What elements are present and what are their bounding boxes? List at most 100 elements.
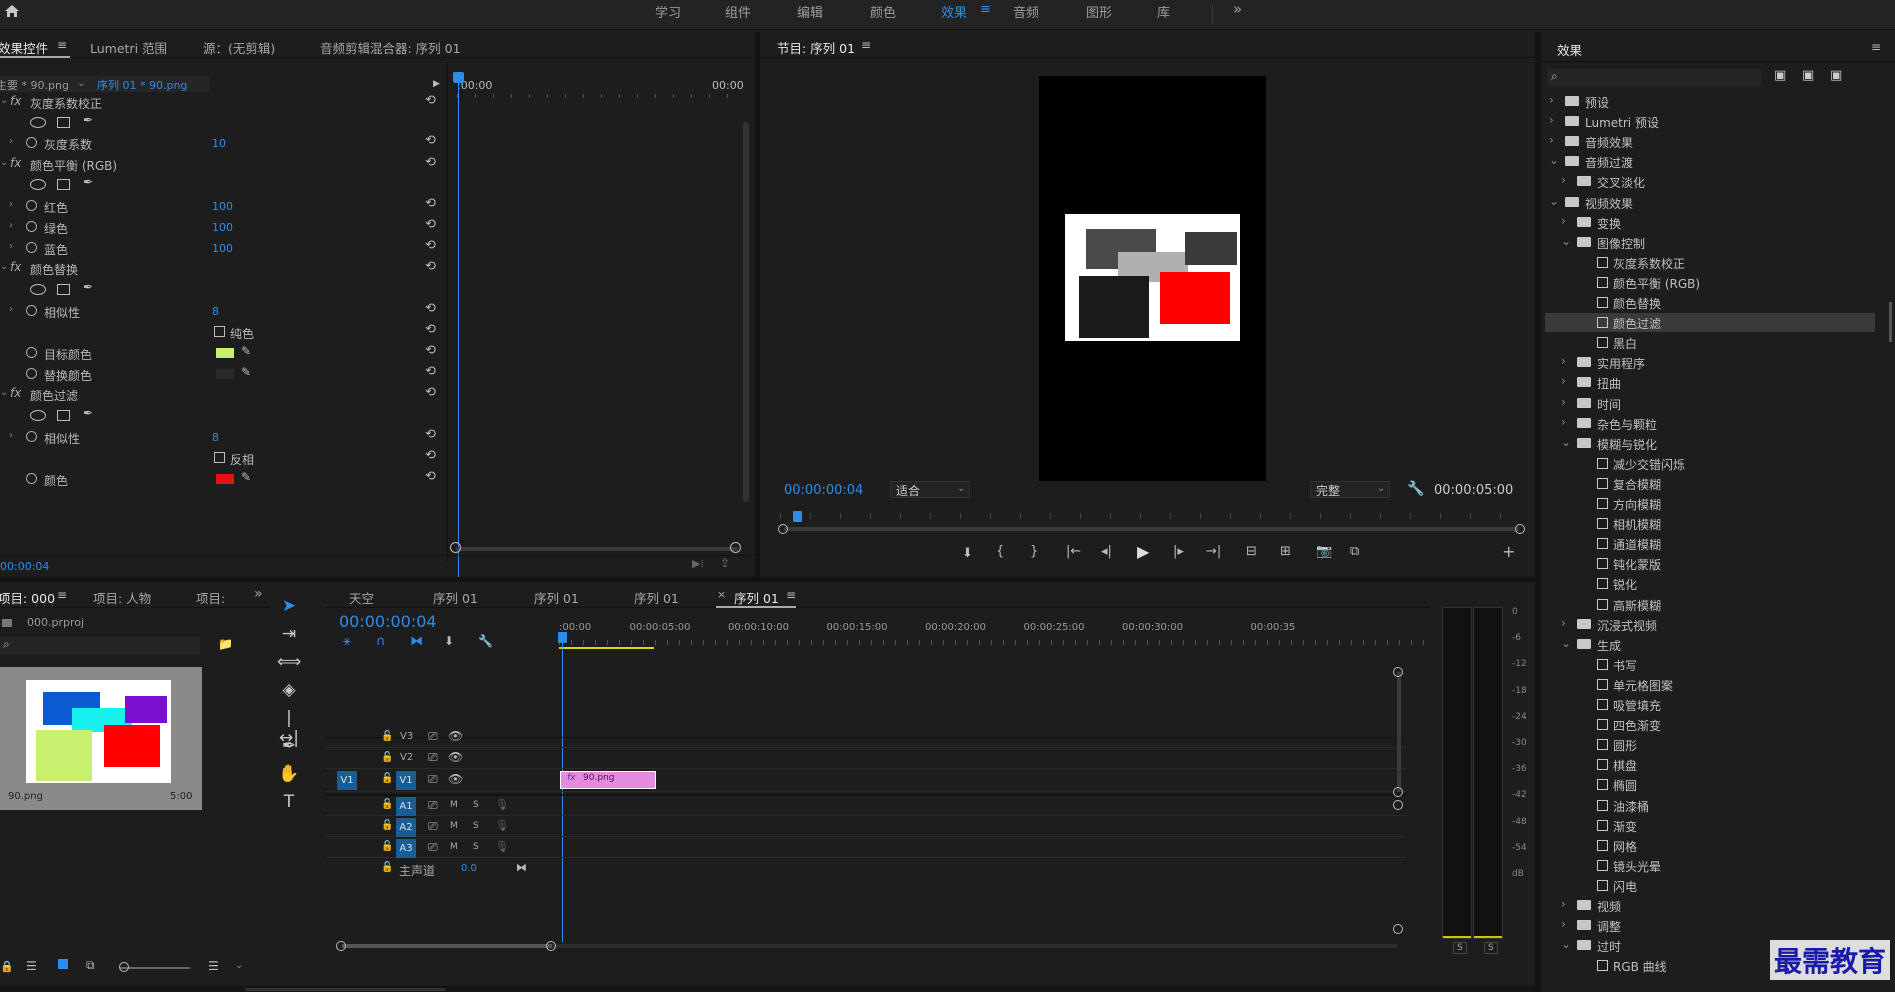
chevron-right-icon[interactable]: › bbox=[1549, 93, 1554, 107]
chevron-down-icon[interactable]: ⌄ bbox=[1561, 636, 1571, 650]
list-view-icon[interactable]: ☰ bbox=[26, 959, 37, 973]
chevron-down-icon[interactable]: ⌄ bbox=[1561, 435, 1571, 449]
workspace-editing[interactable]: 编辑 bbox=[797, 2, 823, 21]
scroll-handle-right[interactable] bbox=[730, 542, 741, 553]
hand-tool-icon[interactable]: ✋ bbox=[277, 764, 301, 784]
chevron-right-icon[interactable]: › bbox=[1561, 374, 1566, 388]
yuv-effects-icon[interactable]: ▣ bbox=[1830, 68, 1842, 83]
effects-preset-item[interactable]: 渐变 bbox=[1545, 816, 1875, 835]
filter-icon[interactable]: ▶⁞ bbox=[692, 557, 704, 570]
effects-folder[interactable]: ⌄ 生成 bbox=[1545, 635, 1875, 654]
project-item-thumb[interactable]: 90.png 5:00 bbox=[0, 667, 202, 810]
effects-preset-item[interactable]: 高斯模糊 bbox=[1545, 595, 1875, 614]
effects-folder[interactable]: › 杂色与颗粒 bbox=[1545, 414, 1875, 433]
chevron-down-icon[interactable]: ⌄ bbox=[1561, 234, 1571, 248]
effects-folder[interactable]: › Lumetri 预设 bbox=[1545, 112, 1875, 131]
lift-icon[interactable]: ⊟ bbox=[1246, 544, 1257, 559]
effects-preset-item[interactable]: 颜色平衡 (RGB) bbox=[1545, 273, 1875, 292]
effects-preset-item[interactable]: 镜头光晕 bbox=[1545, 856, 1875, 875]
effects-preset-item[interactable]: 闪电 bbox=[1545, 876, 1875, 895]
effects-preset-item[interactable]: 通道模糊 bbox=[1545, 534, 1875, 553]
param-value[interactable]: 100 bbox=[212, 200, 233, 213]
zoom-select[interactable]: 适合 ⌄ bbox=[890, 481, 970, 498]
tab-sequence[interactable]: 序列 01 bbox=[433, 588, 478, 607]
param-value[interactable]: 10 bbox=[212, 137, 226, 150]
zoom-slider-handle[interactable] bbox=[119, 962, 129, 972]
workspace-effects[interactable]: 效果 bbox=[941, 2, 967, 21]
reset-icon[interactable]: ⟲ bbox=[425, 196, 436, 211]
mute-button[interactable]: M bbox=[450, 842, 458, 852]
project-search-input[interactable]: ⌕ bbox=[0, 637, 200, 655]
film-icon[interactable]: ⎚ bbox=[428, 798, 438, 813]
accelerated-effects-icon[interactable]: ▣ bbox=[1774, 68, 1786, 83]
button-editor-icon[interactable]: + bbox=[1502, 542, 1515, 561]
effects-preset-item[interactable]: 黑白 bbox=[1545, 333, 1875, 352]
chevron-right-icon[interactable]: › bbox=[1561, 395, 1566, 409]
solo-button[interactable]: S bbox=[473, 800, 479, 810]
filter-color-swatch[interactable] bbox=[216, 474, 234, 484]
collapse-chevron-icon[interactable]: ⌄ bbox=[0, 261, 8, 272]
chevron-right-icon[interactable]: › bbox=[1561, 173, 1566, 187]
reset-icon[interactable]: ⟲ bbox=[425, 133, 436, 148]
effects-preset-item[interactable]: 网格 bbox=[1545, 836, 1875, 855]
ec-playhead[interactable] bbox=[458, 72, 459, 577]
scroll-handle-left[interactable] bbox=[778, 524, 788, 534]
scroll-handle[interactable] bbox=[1393, 787, 1403, 797]
chevron-right-icon[interactable]: › bbox=[1561, 415, 1566, 429]
tab-audio-clip-mixer[interactable]: 音频剪辑混合器: 序列 01 bbox=[320, 38, 461, 57]
master-track[interactable]: 🔓 主声道 0.0 ⧓ bbox=[326, 859, 1406, 881]
mic-icon[interactable]: 🎙 bbox=[495, 798, 509, 811]
sort-icon[interactable]: ☰ bbox=[208, 959, 219, 973]
lock-icon[interactable]: 🔓 bbox=[381, 799, 393, 810]
effects-preset-item[interactable]: 锐化 bbox=[1545, 574, 1875, 593]
reset-icon[interactable]: ⟲ bbox=[425, 93, 436, 108]
master-value[interactable]: 0.0 bbox=[461, 863, 477, 874]
program-timecode[interactable]: 00:00:00:04 bbox=[784, 483, 863, 498]
add-marker-icon[interactable]: ⬇ bbox=[444, 634, 454, 648]
stopwatch-icon[interactable] bbox=[26, 347, 37, 358]
reset-icon[interactable]: ⟲ bbox=[425, 238, 436, 253]
rectangle-mask-icon[interactable] bbox=[57, 284, 70, 295]
tab-project-people[interactable]: 项目: 人物 bbox=[93, 588, 151, 607]
mic-icon[interactable]: 🎙 bbox=[495, 840, 509, 853]
video-track-v2[interactable]: 🔓 V2 ⎚ 👁 bbox=[326, 749, 1406, 769]
mic-icon[interactable]: 🎙 bbox=[495, 819, 509, 832]
close-icon[interactable]: × bbox=[717, 588, 726, 601]
effects-folder[interactable]: › 时间 bbox=[1545, 394, 1875, 413]
effects-folder[interactable]: ⌄ 视频效果 bbox=[1545, 193, 1875, 212]
reset-icon[interactable]: ⟲ bbox=[425, 448, 436, 463]
workspace-color[interactable]: 颜色 bbox=[870, 2, 896, 21]
pen-tool-icon[interactable]: ✒ bbox=[277, 736, 301, 756]
pen-mask-icon[interactable]: ✒ bbox=[83, 113, 93, 127]
icon-view-icon[interactable] bbox=[58, 959, 68, 969]
effect-header[interactable]: ⌄ fx 颜色替换 ⟲ bbox=[0, 258, 445, 279]
video-track-v1[interactable]: V1 🔓 V1 ⎚ 👁 bbox=[326, 770, 1406, 792]
reset-icon[interactable]: ⟲ bbox=[425, 217, 436, 232]
tab-sequence[interactable]: 序列 01 bbox=[634, 588, 679, 607]
expand-chevron-icon[interactable]: › bbox=[9, 304, 13, 315]
workspace-assembly[interactable]: 组件 bbox=[725, 2, 751, 21]
track-target-v1[interactable]: V1 bbox=[396, 771, 416, 790]
workspace-menu-icon[interactable]: ≡ bbox=[980, 2, 991, 17]
tab-project[interactable]: 项目: bbox=[196, 588, 225, 607]
effects-preset-item[interactable]: 减少交错闪烁 bbox=[1545, 454, 1875, 473]
lock-icon[interactable]: 🔓 bbox=[381, 841, 393, 852]
effects-folder[interactable]: › 实用程序 bbox=[1545, 353, 1875, 372]
collapse-chevron-icon[interactable]: ⌄ bbox=[0, 95, 8, 106]
snap-icon[interactable]: ∩ bbox=[376, 634, 386, 649]
nest-icon[interactable]: ⚹ bbox=[343, 634, 351, 649]
effects-folder[interactable]: › 沉浸式视频 bbox=[1545, 615, 1875, 634]
rectangle-mask-icon[interactable] bbox=[57, 179, 70, 190]
param-value[interactable]: 100 bbox=[212, 242, 233, 255]
tab-sequence[interactable]: 序列 01 bbox=[534, 588, 579, 607]
step-forward-icon[interactable]: |▸ bbox=[1173, 544, 1184, 559]
audio-track-a3[interactable]: 🔓 A3 ⎚ M S 🎙 bbox=[326, 838, 1406, 858]
lock-icon[interactable]: 🔓 bbox=[381, 752, 393, 763]
32bit-effects-icon[interactable]: ▣ bbox=[1802, 68, 1814, 83]
film-icon[interactable]: ⎚ bbox=[428, 819, 438, 834]
scroll-handle-right[interactable] bbox=[1515, 524, 1525, 534]
track-target-a1[interactable]: A1 bbox=[396, 797, 416, 816]
effects-search-input[interactable]: ⌕ bbox=[1547, 69, 1762, 86]
effects-preset-item[interactable]: 颜色过滤 bbox=[1545, 313, 1875, 333]
reset-icon[interactable]: ⟲ bbox=[425, 301, 436, 316]
